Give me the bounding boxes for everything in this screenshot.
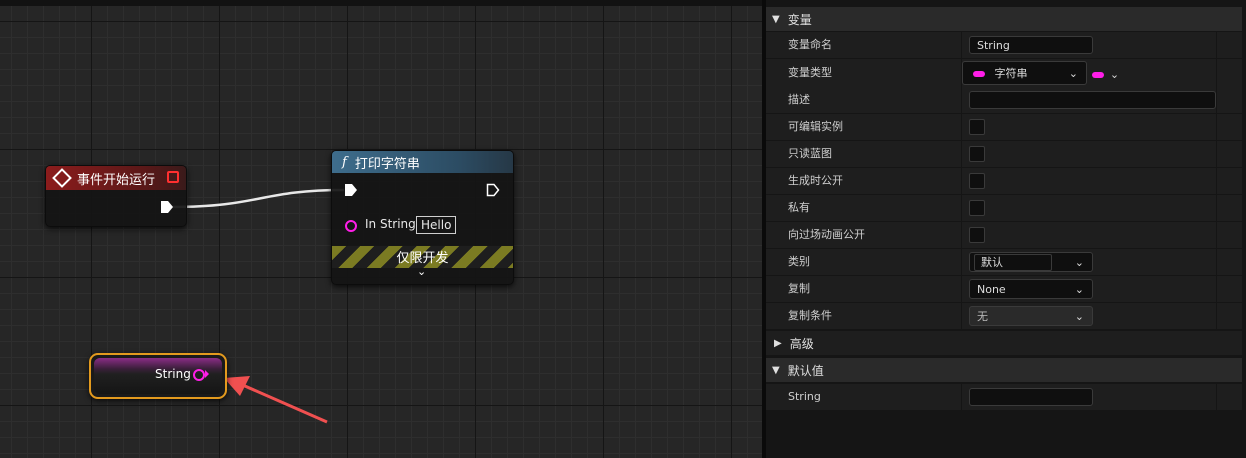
replication-condition-dropdown[interactable]: 无 ⌄ bbox=[969, 306, 1093, 326]
expose-on-spawn-checkbox[interactable] bbox=[969, 173, 985, 189]
replication-condition-value: 无 bbox=[977, 310, 988, 323]
row-replication-condition: 复制条件 无 ⌄ bbox=[766, 303, 1242, 330]
delegate-pin-icon[interactable] bbox=[167, 171, 179, 183]
row-replication: 复制 None ⌄ bbox=[766, 276, 1242, 303]
chevron-down-icon: ⌄ bbox=[1109, 68, 1120, 81]
row-default-string: String bbox=[766, 384, 1242, 411]
row-variable-type: 变量类型 字符串 ⌄ ⌄ bbox=[766, 59, 1242, 88]
collapse-arrow-icon: ▼ bbox=[772, 364, 780, 376]
event-node-title: 事件开始运行 bbox=[77, 172, 156, 188]
section-header-variable[interactable]: ▼ 变量 bbox=[766, 7, 1242, 31]
section-header-default-value[interactable]: ▼ 默认值 bbox=[766, 358, 1242, 382]
expand-arrow-icon: ▶ bbox=[774, 337, 782, 349]
get-string-variable-node[interactable]: String bbox=[89, 353, 227, 399]
print-node-title: 打印字符串 bbox=[354, 156, 420, 172]
section-title: 默认值 bbox=[787, 363, 824, 378]
string-pin-icon[interactable] bbox=[345, 220, 357, 232]
annotation-arrow bbox=[224, 376, 328, 424]
event-node-header: 事件开始运行 bbox=[46, 166, 186, 190]
replication-value: None bbox=[977, 283, 1006, 296]
variable-type-dropdown[interactable]: 字符串 ⌄ bbox=[962, 61, 1087, 85]
exec-out-pin[interactable] bbox=[486, 183, 500, 197]
instance-editable-checkbox[interactable] bbox=[969, 119, 985, 135]
row-instance-editable: 可编辑实例 bbox=[766, 114, 1242, 141]
row-private: 私有 bbox=[766, 195, 1242, 222]
chevron-down-icon: ⌄ bbox=[1074, 310, 1084, 323]
expand-chevron-icon[interactable]: ⌄ bbox=[417, 265, 426, 278]
variable-type-value: 字符串 bbox=[994, 67, 1028, 80]
row-label: String bbox=[788, 390, 821, 403]
pin-arrow-icon bbox=[205, 370, 209, 378]
event-begin-play-node[interactable]: 事件开始运行 bbox=[45, 165, 187, 227]
print-string-node[interactable]: f 打印字符串 In String Hello 仅限开发 ⌄ bbox=[331, 150, 514, 285]
row-category: 类别 默认 ⌄ bbox=[766, 249, 1242, 276]
container-type-dropdown[interactable]: ⌄ bbox=[1092, 67, 1119, 81]
string-type-pill-icon bbox=[973, 71, 985, 77]
row-label: 向过场动画公开 bbox=[788, 228, 865, 241]
chevron-down-icon: ⌄ bbox=[1074, 283, 1084, 296]
private-checkbox[interactable] bbox=[969, 200, 985, 216]
description-input[interactable] bbox=[969, 91, 1216, 109]
row-label: 类别 bbox=[788, 255, 810, 268]
row-blueprint-readonly: 只读蓝图 bbox=[766, 141, 1242, 168]
row-label: 变量类型 bbox=[788, 66, 832, 79]
variable-name-input[interactable]: String bbox=[969, 36, 1093, 54]
row-label: 描述 bbox=[788, 93, 810, 106]
row-description: 描述 bbox=[766, 87, 1242, 114]
row-label: 生成时公开 bbox=[788, 174, 843, 187]
variable-node-label: String bbox=[155, 367, 191, 381]
row-label: 复制 bbox=[788, 282, 810, 295]
development-only-label: 仅限开发 bbox=[396, 251, 449, 266]
string-output-pin-icon[interactable] bbox=[193, 369, 205, 381]
category-value[interactable]: 默认 bbox=[974, 254, 1052, 271]
section-header-advanced[interactable]: ▶ 高级 bbox=[766, 331, 1242, 355]
row-label: 可编辑实例 bbox=[788, 120, 843, 133]
print-node-header: f 打印字符串 bbox=[332, 151, 513, 173]
exec-in-pin[interactable] bbox=[344, 183, 358, 197]
chevron-down-icon: ⌄ bbox=[1068, 67, 1078, 80]
chevron-down-icon: ⌄ bbox=[1074, 256, 1084, 269]
container-type-pill-icon bbox=[1092, 71, 1104, 78]
section-title: 高级 bbox=[789, 336, 814, 351]
exec-out-pin[interactable] bbox=[160, 200, 174, 214]
collapse-arrow-icon: ▼ bbox=[772, 13, 780, 25]
in-string-input[interactable]: Hello bbox=[416, 216, 457, 234]
blueprint-readonly-checkbox[interactable] bbox=[969, 146, 985, 162]
row-expose-cinematics: 向过场动画公开 bbox=[766, 222, 1242, 249]
row-label: 只读蓝图 bbox=[788, 147, 832, 160]
default-string-input[interactable] bbox=[969, 388, 1093, 406]
category-combobox[interactable]: 默认 ⌄ bbox=[969, 252, 1093, 272]
replication-dropdown[interactable]: None ⌄ bbox=[969, 279, 1093, 299]
row-variable-name: 变量命名 String bbox=[766, 32, 1242, 59]
function-icon: f bbox=[342, 154, 347, 170]
expose-cinematics-checkbox[interactable] bbox=[969, 227, 985, 243]
section-title: 变量 bbox=[787, 12, 812, 27]
row-label: 私有 bbox=[788, 201, 810, 214]
blueprint-graph[interactable]: 事件开始运行 f 打印字符串 In String Hello 仅限开发 ⌄ St… bbox=[0, 0, 762, 458]
row-label: 复制条件 bbox=[788, 309, 832, 322]
row-label: 变量命名 bbox=[788, 38, 832, 51]
in-string-label: In String bbox=[365, 217, 416, 231]
event-diamond-icon bbox=[52, 168, 72, 188]
details-panel: ▼ 变量 变量命名 String 变量类型 字符串 ⌄ ⌄ 描述 可编辑实例 只… bbox=[762, 0, 1246, 458]
row-expose-on-spawn: 生成时公开 bbox=[766, 168, 1242, 195]
